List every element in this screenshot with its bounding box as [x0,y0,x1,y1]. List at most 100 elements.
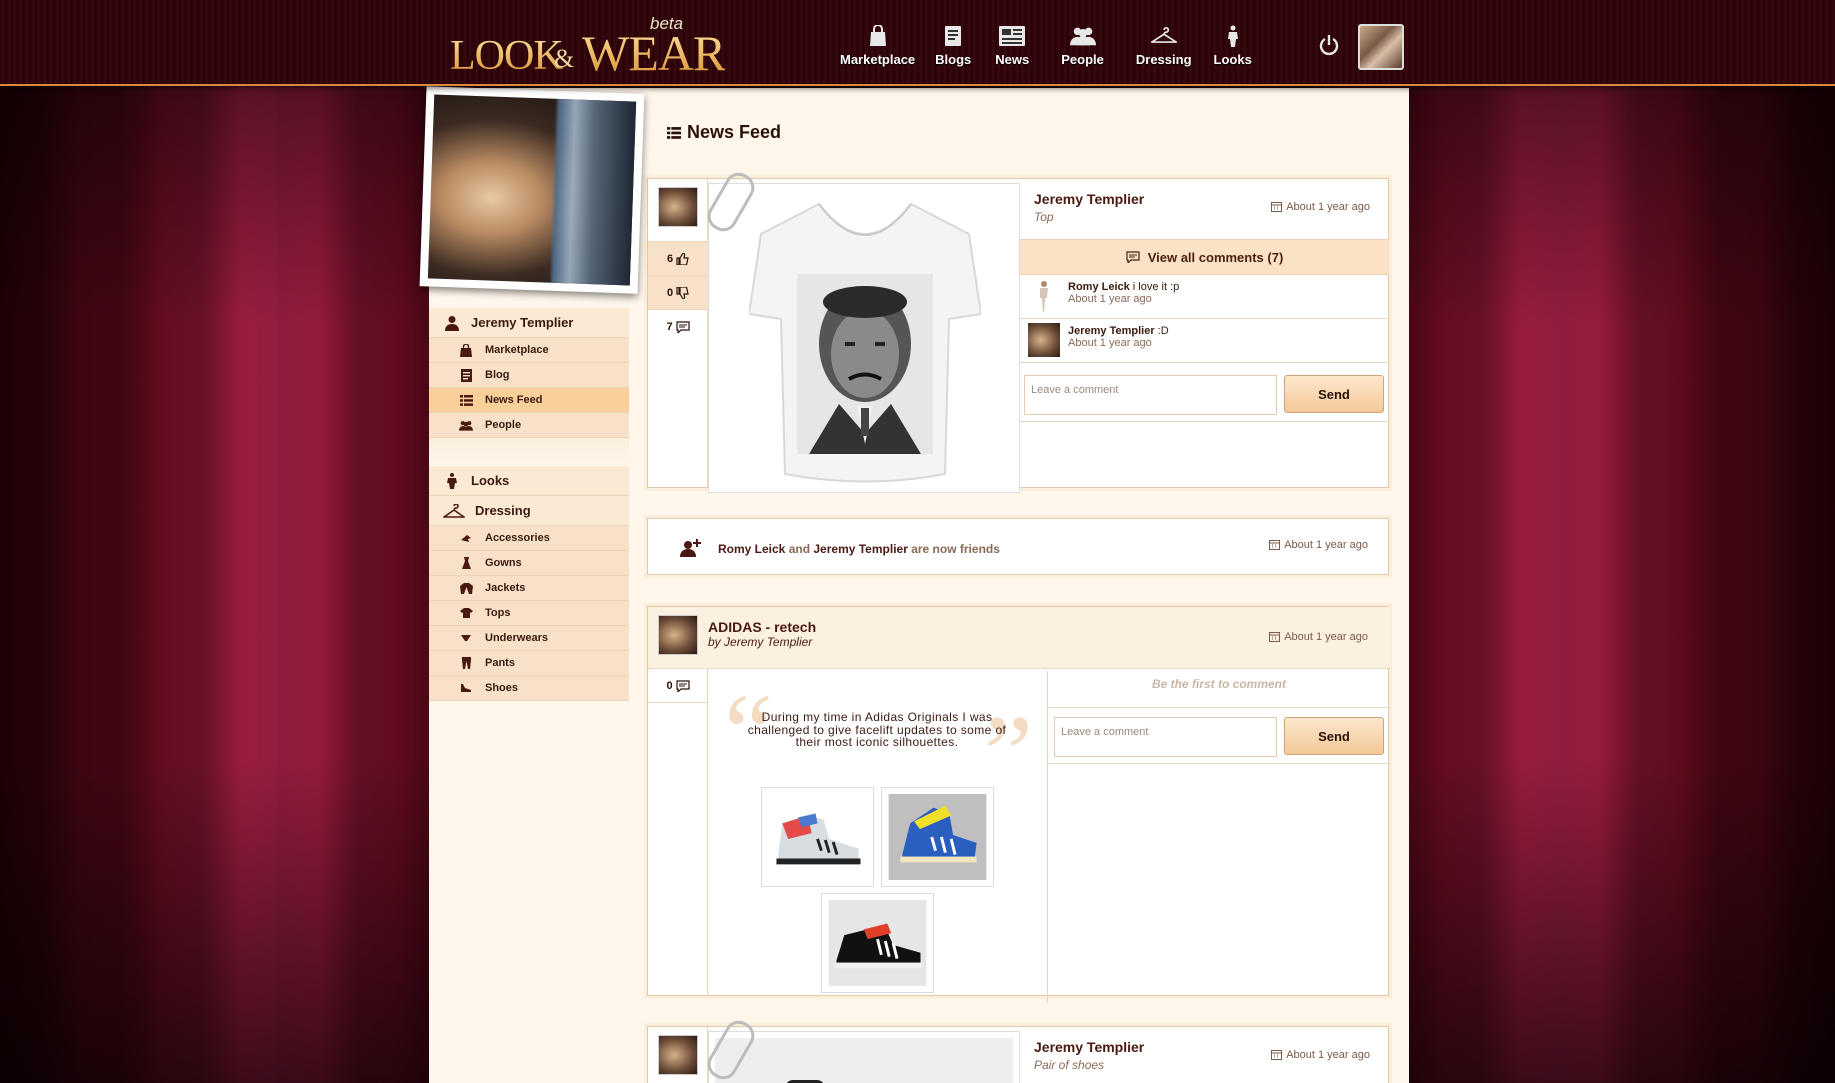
article-image-2[interactable] [881,787,994,887]
add-friend-icon [680,539,701,557]
post-timestamp: About 1 year ago [1271,201,1370,213]
sidebar-item-label: Pants [485,657,515,669]
author-avatar[interactable] [658,1035,698,1075]
sidebar-item-jackets[interactable]: Jackets [429,576,629,601]
post-image[interactable] [708,183,1020,493]
comment-text: :D [1154,325,1169,337]
hanger-icon [443,503,465,519]
author-avatar[interactable] [658,187,698,227]
looks-icon [443,472,461,489]
friend-and: and [785,542,814,556]
sneaker-image [888,794,987,880]
comment-item: Jeremy Templier :D About 1 year ago [1020,319,1389,363]
nav-looks[interactable]: Looks [1214,24,1252,74]
comment-time: About 1 year ago [1068,293,1152,305]
bag-icon [459,343,473,357]
nav-blogs[interactable]: Blogs [935,24,971,74]
post-card-adidas: ADIDAS - retech by Jeremy Templier About… [647,606,1390,1003]
comment-icon [675,320,690,333]
send-button[interactable]: Send [1284,717,1384,755]
commenter-avatar[interactable] [1028,279,1060,313]
dislike-button[interactable]: 0 [648,275,708,309]
view-all-comments-button[interactable]: View all comments (7) [1020,239,1389,275]
post-timestamp: About 1 year ago [1271,1049,1370,1061]
sidebar-item-people[interactable]: People [429,413,629,438]
like-button[interactable]: 6 [648,241,708,275]
sidebar-item-news-feed[interactable]: News Feed [429,388,629,413]
accessories-icon [459,531,473,545]
nav-dressing[interactable]: Dressing [1136,24,1192,74]
post-image[interactable] [708,1031,1020,1083]
nav-dressing-label: Dressing [1135,52,1192,67]
nav-people-label: People [1061,52,1104,67]
sidebar-item-tops[interactable]: Tops [429,601,629,626]
post-time-text: About 1 year ago [1286,201,1370,213]
sidebar-item-blog[interactable]: Blog [429,363,629,388]
logo-look: LOOK [450,33,564,79]
sidebar-item-gowns[interactable]: Gowns [429,551,629,576]
post-title[interactable]: ADIDAS - retech [708,619,816,635]
friend-b-link[interactable]: Jeremy Templier [813,542,908,556]
tshirt-image [749,202,981,483]
post-time-text: About 1 year ago [1286,1049,1370,1061]
post-time-text: About 1 year ago [1284,631,1368,643]
send-button[interactable]: Send [1284,375,1384,413]
shoe-image [715,1038,1013,1083]
sneaker-image [828,900,927,986]
post-author[interactable]: Jeremy Templier [724,635,812,649]
sidebar-item-shoes[interactable]: Shoes [429,676,629,701]
comment-count-button[interactable]: 7 [648,309,708,343]
top-icon [459,606,473,620]
friend-a-link[interactable]: Romy Leick [718,542,785,556]
comment-count-button[interactable]: 0 [648,669,708,703]
like-count: 6 [666,252,674,265]
sidebar-item-label: Shoes [485,682,519,694]
nav-people[interactable]: People [1061,24,1104,74]
nav-news[interactable]: News [995,24,1029,74]
sidebar-item-underwears[interactable]: Underwears [429,626,629,651]
friendship-time-text: About 1 year ago [1284,539,1368,551]
thumbs-down-icon [676,286,689,299]
comment-text: i love it :p [1129,281,1180,293]
blog-icon [940,24,966,48]
logo-amp: & [554,44,575,73]
nav-marketplace[interactable]: Marketplace [840,24,915,74]
calendar-icon [1269,632,1281,642]
looks-icon [1220,24,1246,48]
sidebar-user[interactable]: Jeremy Templier [429,308,629,338]
dislike-count: 0 [666,286,674,299]
article-image-1[interactable] [761,787,874,887]
calendar-icon [1271,1050,1283,1060]
post-card-top: 6 0 7 Jeremy Templier Top About 1 year a… [647,167,1389,493]
logout-power-icon[interactable] [1318,34,1340,56]
nav-news-label: News [995,52,1030,67]
vote-column [648,1027,708,1083]
vote-column: 0 [648,669,708,996]
comment-icon [1126,251,1140,263]
sidebar-item-pants[interactable]: Pants [429,651,629,676]
divider [1048,707,1390,708]
author-avatar[interactable] [658,615,698,655]
blog-icon [459,368,473,382]
page-title-text: News Feed [687,122,782,142]
sidebar-dressing[interactable]: Dressing [429,496,629,526]
friendship-timestamp: About 1 year ago [1269,539,1368,551]
bag-icon [865,24,891,48]
sidebar-item-accessories[interactable]: Accessories [429,526,629,551]
post-header: Jeremy Templier Pair of shoes About 1 ye… [1020,1027,1390,1083]
commenter-name[interactable]: Jeremy Templier [1068,325,1155,337]
commenter-name[interactable]: Romy Leick [1068,281,1130,293]
friend-suffix: are now friends [907,542,1000,556]
commenter-avatar[interactable] [1028,323,1060,357]
user-avatar[interactable] [1358,24,1404,70]
profile-photo[interactable] [419,86,645,294]
comment-input[interactable]: Leave a comment [1054,717,1277,757]
comment-input[interactable]: Leave a comment [1024,375,1277,415]
nav-blogs-label: Blogs [935,52,972,67]
logo[interactable]: LOOK & WEAR beta [450,14,726,81]
sidebar-looks[interactable]: Looks [429,466,629,496]
sidebar-item-marketplace[interactable]: Marketplace [429,338,629,363]
article-image-3[interactable] [821,893,934,993]
list-icon [667,126,681,139]
sidebar-item-label: People [485,419,522,431]
